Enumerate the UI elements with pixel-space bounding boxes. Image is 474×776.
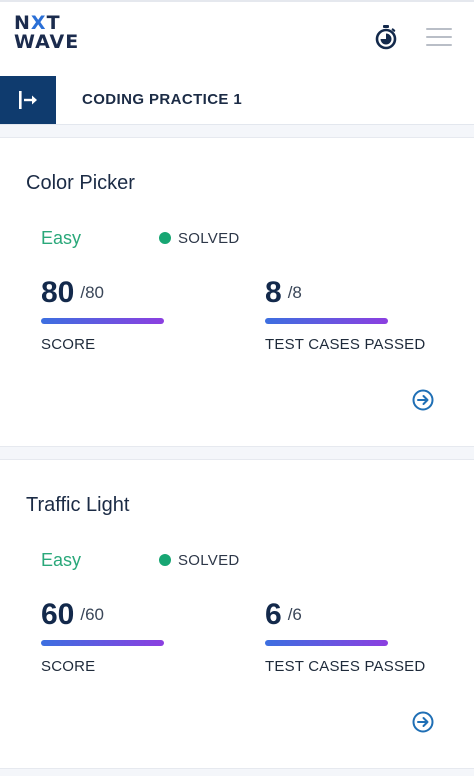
sidebar-toggle-button[interactable] <box>0 76 56 124</box>
arrow-right-circle-icon[interactable] <box>412 711 434 733</box>
difficulty-label: Easy <box>41 228 82 248</box>
status-badge: SOLVED <box>159 552 240 569</box>
problem-title: Color Picker <box>26 172 135 194</box>
test-cases-label: TEST CASES PASSED <box>265 336 426 353</box>
sidebar-expand-icon <box>19 91 37 109</box>
score-progress-bar <box>41 318 164 324</box>
score-value: 60/60 <box>41 598 105 631</box>
test-cases-value: 6/6 <box>265 598 302 631</box>
score-total: /80 <box>80 283 105 302</box>
test-cases-total: /6 <box>287 605 302 624</box>
page-title: CODING PRACTICE 1 <box>82 91 243 108</box>
score-label: SCORE <box>41 336 96 353</box>
score-label: SCORE <box>41 658 96 675</box>
test-cases-total: /8 <box>287 283 302 302</box>
test-cases-progress-bar <box>265 318 388 324</box>
solved-dot-icon <box>159 554 171 566</box>
status-badge: SOLVED <box>159 230 240 247</box>
test-cases-value: 8/8 <box>265 276 302 309</box>
score-progress-bar <box>41 640 164 646</box>
problem-card: Color Picker Easy SOLVED 80/80 SCORE 8/8… <box>0 137 474 447</box>
status-text: SOLVED <box>178 552 240 569</box>
test-cases-progress-bar <box>265 640 388 646</box>
problem-title: Traffic Light <box>26 494 130 516</box>
score-value: 80/80 <box>41 276 105 309</box>
solved-dot-icon <box>159 232 171 244</box>
hamburger-menu-icon[interactable] <box>426 28 452 48</box>
problem-card: Traffic Light Easy SOLVED 60/60 SCORE 6/… <box>0 459 474 769</box>
test-cases-label: TEST CASES PASSED <box>265 658 426 675</box>
difficulty-label: Easy <box>41 550 82 570</box>
arrow-right-circle-icon[interactable] <box>412 389 434 411</box>
top-navbar: NXT WAVE <box>0 0 474 76</box>
nxtwave-logo[interactable]: NXT WAVE <box>14 14 79 52</box>
status-text: SOLVED <box>178 230 240 247</box>
practice-header: CODING PRACTICE 1 <box>0 76 474 125</box>
score-total: /60 <box>80 605 105 624</box>
stopwatch-icon[interactable] <box>374 24 398 50</box>
